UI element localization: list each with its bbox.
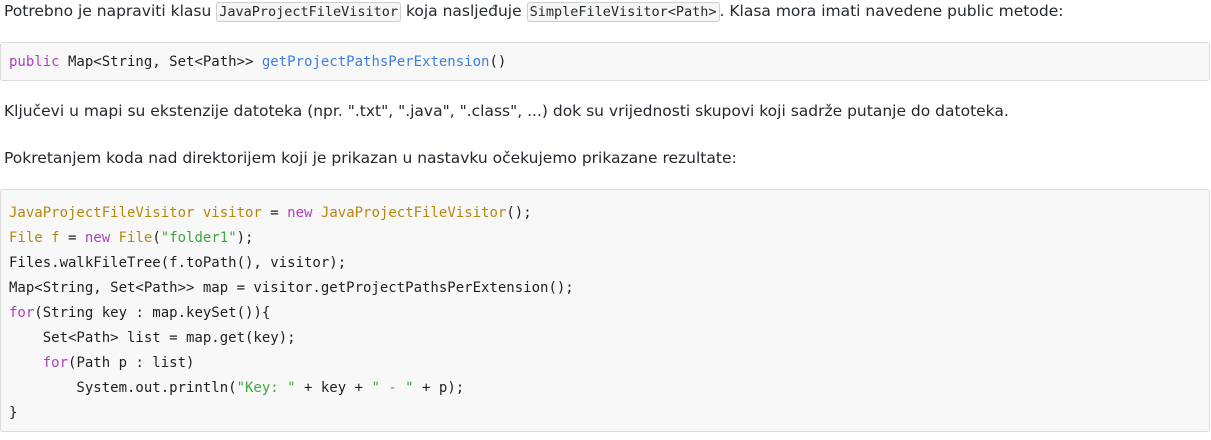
code-line: Set<Path> list = map.get(key);	[9, 330, 296, 346]
super-class-code: SimpleFileVisitor<Path>	[526, 2, 720, 22]
code-token-keyword: for	[42, 355, 69, 371]
code-line: File f = new File("folder1");	[9, 226, 1201, 251]
code-token-end: );	[236, 230, 254, 246]
code-token-indent	[9, 355, 43, 371]
code-token-open: (	[152, 230, 161, 246]
code-token-string: "folder1"	[160, 230, 237, 246]
signature-return-type: Map<String, Set<Path>>	[59, 54, 262, 70]
code-token-ctor: JavaProjectFileVisitor	[320, 205, 507, 221]
code-token-mid: + key +	[295, 380, 372, 396]
signature-method-name: getProjectPathsPerExtension	[261, 54, 490, 70]
code-line: Map<String, Set<Path>> map = visitor.get…	[9, 280, 574, 296]
signature-parens: ()	[489, 54, 507, 70]
intro-text-3: . Klasa mora imati navedene public metod…	[719, 2, 1064, 20]
code-line: JavaProjectFileVisitor visitor = new Jav…	[9, 201, 1201, 226]
code-token-rest: (String key : map.keySet()){	[34, 305, 271, 321]
code-token-rest: (Path p : list)	[68, 355, 195, 371]
intro-paragraph: Potrebno je napraviti klasu JavaProjectF…	[4, 0, 1063, 23]
code-token-ctor: File	[118, 230, 153, 246]
code-line: for(String key : map.keySet()){	[9, 301, 1201, 326]
explanation-paragraph: Ključevi u mapi su ekstenzije datoteka (…	[4, 102, 1009, 120]
intro-text-1: Potrebno je napraviti klasu	[4, 2, 217, 20]
instruction-paragraph: Pokretanjem koda nad direktorijem koji j…	[4, 149, 737, 167]
code-token-op: =	[261, 205, 288, 221]
method-signature-block: public Map<String, Set<Path>> getProject…	[0, 42, 1210, 81]
code-token-string: "Key: "	[236, 380, 296, 396]
code-line: System.out.println("Key: " + key + " - "…	[9, 376, 1201, 401]
code-token-keyword: new	[287, 205, 313, 221]
code-token-keyword: for	[9, 305, 35, 321]
example-code-block: JavaProjectFileVisitor visitor = new Jav…	[0, 189, 1210, 432]
code-token-keyword: new	[84, 230, 111, 246]
signature-keyword: public	[9, 54, 60, 70]
code-line: Files.walkFileTree(f.toPath(), visitor);	[9, 255, 347, 271]
code-line: for(Path p : list)	[9, 351, 1201, 376]
code-token-string: " - "	[371, 380, 414, 396]
code-token-type: File f	[9, 230, 60, 246]
code-token-post: + p);	[413, 380, 465, 396]
intro-text-2: koja nasljeđuje	[401, 2, 527, 20]
code-line: }	[9, 405, 18, 421]
code-token-op: =	[59, 230, 85, 246]
class-name-code: JavaProjectFileVisitor	[216, 2, 402, 22]
code-token-type: JavaProjectFileVisitor visitor	[9, 205, 262, 221]
code-token-pre: System.out.println(	[9, 380, 237, 396]
code-token-end: ();	[506, 205, 532, 221]
